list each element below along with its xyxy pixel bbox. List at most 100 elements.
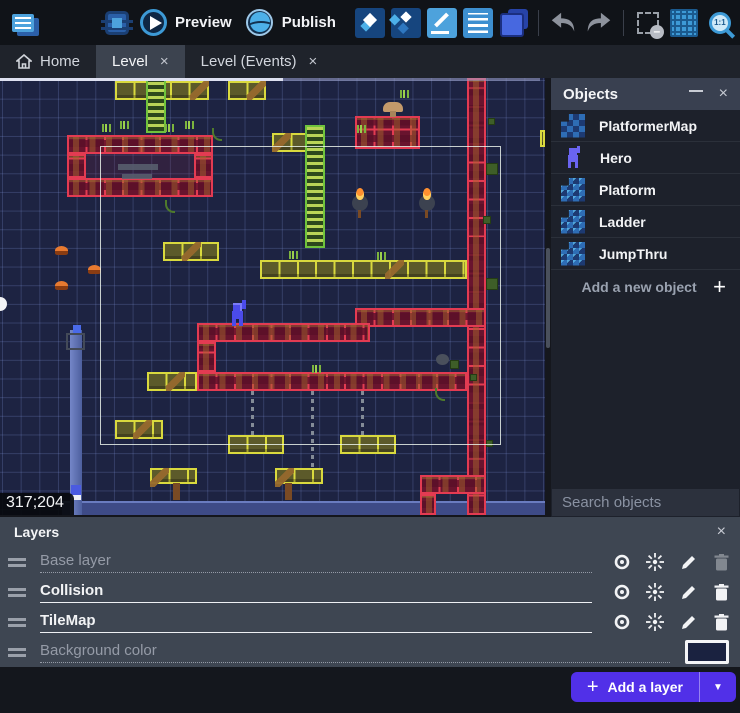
- edit-pencil-icon[interactable]: [677, 582, 699, 602]
- gdevelop-editor: Preview Publish 1:1 Home Level: [0, 0, 740, 713]
- debugger-icon: [108, 14, 126, 32]
- layer-name-field[interactable]: Base layer: [40, 552, 592, 573]
- delete-trash-icon[interactable]: [710, 582, 732, 602]
- object-groups-button[interactable]: [388, 5, 424, 41]
- effects-icon[interactable]: [644, 612, 666, 632]
- layer-row-base: Base layer: [0, 547, 740, 577]
- brick-tiles[interactable]: [420, 475, 486, 494]
- edit-scene-button[interactable]: [424, 5, 460, 41]
- preview-button[interactable]: [135, 5, 171, 41]
- grass-tuft: [183, 121, 195, 129]
- main-area: 317;204 Objects × PlatformerMap Hero Pla…: [0, 78, 740, 517]
- grass-tuft: [100, 124, 112, 132]
- platform-stripe-tile[interactable]: [150, 468, 169, 487]
- stem-decoration: [173, 483, 180, 500]
- object-item-jumpthru[interactable]: JumpThru: [551, 238, 740, 270]
- close-tab-icon[interactable]: ×: [160, 53, 169, 70]
- drag-handle-icon[interactable]: [8, 647, 28, 657]
- objects-panel-title: Objects: [563, 86, 689, 103]
- enemy-critter[interactable]: [55, 281, 68, 290]
- object-label: PlatformerMap: [599, 118, 697, 134]
- undo-button[interactable]: [545, 5, 581, 41]
- tab-home[interactable]: Home: [0, 45, 96, 78]
- plus-icon: +: [713, 274, 726, 300]
- add-layer-button[interactable]: + Add a layer: [571, 672, 699, 702]
- object-item-ladder[interactable]: Ladder: [551, 206, 740, 238]
- add-object-button[interactable]: [352, 5, 388, 41]
- object-item-platformermap[interactable]: PlatformerMap: [551, 110, 740, 142]
- tab-level[interactable]: Level ×: [96, 45, 185, 78]
- zoom-original-button[interactable]: 1:1: [702, 5, 738, 41]
- search-objects-box[interactable]: [552, 489, 739, 516]
- close-panel-icon[interactable]: ×: [717, 524, 726, 540]
- layer-row-collision: Collision: [0, 577, 740, 607]
- debugger-button[interactable]: [99, 5, 135, 41]
- platform-stripe-tile[interactable]: [190, 81, 209, 100]
- globe-icon: [246, 9, 273, 36]
- close-tab-icon[interactable]: ×: [309, 53, 318, 70]
- home-icon: [16, 54, 32, 69]
- layer-name-field[interactable]: Collision: [40, 582, 592, 603]
- publish-button[interactable]: [242, 5, 278, 41]
- add-object-label: Add a new object: [565, 279, 713, 295]
- water-entry-marker[interactable]: [73, 325, 81, 333]
- project-manager-button[interactable]: [5, 5, 41, 41]
- tab-level-label: Level: [112, 53, 148, 70]
- objects-panel: Objects × PlatformerMap Hero Platform La…: [551, 78, 740, 517]
- project-manager-icon: [12, 14, 34, 32]
- platform-stripe-tile[interactable]: [247, 81, 266, 100]
- visibility-eye-icon[interactable]: [611, 612, 633, 632]
- stem-decoration: [285, 483, 292, 500]
- layer-row-tilemap: TileMap: [0, 607, 740, 637]
- drag-handle-icon[interactable]: [8, 557, 28, 567]
- tilemap-icon: [561, 178, 585, 202]
- visibility-eye-icon[interactable]: [611, 582, 633, 602]
- visibility-eye-icon[interactable]: [611, 552, 633, 572]
- add-layer-dropdown-button[interactable]: ▼: [700, 672, 736, 702]
- brick-tiles[interactable]: [420, 494, 436, 515]
- object-group-icon: [391, 8, 421, 38]
- edit-pencil-icon[interactable]: [677, 612, 699, 632]
- drag-handle-icon[interactable]: [8, 587, 28, 597]
- edit-pencil-icon[interactable]: [677, 552, 699, 572]
- brick-tiles[interactable]: [67, 154, 86, 178]
- scrollbar-thumb[interactable]: [546, 248, 550, 348]
- horizontal-scrollbar-thumb[interactable]: [0, 78, 283, 81]
- toggle-grid-button[interactable]: [666, 5, 702, 41]
- layers-panel-header: Layers ×: [0, 517, 740, 547]
- delete-trash-icon[interactable]: [710, 612, 732, 632]
- layers-button[interactable]: [496, 5, 532, 41]
- events-sheet-button[interactable]: [460, 5, 496, 41]
- layers-panel: Layers × Base layer Collision: [0, 517, 740, 713]
- effects-icon[interactable]: [644, 582, 666, 602]
- water-entry-box[interactable]: [66, 333, 85, 350]
- filter-icon[interactable]: [689, 89, 703, 99]
- grid-icon: [670, 9, 698, 37]
- main-toolbar: Preview Publish 1:1: [0, 0, 740, 45]
- preview-label[interactable]: Preview: [175, 14, 232, 31]
- canvas-vertical-scrollbar[interactable]: [545, 78, 551, 517]
- publish-label[interactable]: Publish: [282, 14, 336, 31]
- objects-panel-empty-area: [551, 304, 740, 489]
- background-color-swatch[interactable]: [685, 640, 729, 664]
- left-scroll-handle[interactable]: [0, 297, 7, 311]
- object-item-platform[interactable]: Platform: [551, 174, 740, 206]
- layer-name-field[interactable]: TileMap: [40, 612, 592, 633]
- deselect-icon: [637, 12, 659, 34]
- effects-icon[interactable]: [644, 552, 666, 572]
- toolbar-divider: [538, 10, 539, 36]
- grass-tuft: [398, 90, 410, 98]
- hero-sprite[interactable]: [229, 303, 246, 326]
- object-item-hero[interactable]: Hero: [551, 142, 740, 174]
- tab-level-events[interactable]: Level (Events) ×: [185, 45, 334, 78]
- grass-tuft: [118, 121, 130, 129]
- close-panel-icon[interactable]: ×: [719, 86, 728, 102]
- scene-canvas[interactable]: 317;204: [0, 78, 545, 515]
- add-new-object-button[interactable]: Add a new object +: [551, 270, 740, 304]
- redo-button[interactable]: [581, 5, 617, 41]
- deselect-all-button[interactable]: [630, 5, 666, 41]
- search-objects-input[interactable]: [562, 494, 740, 511]
- drag-handle-icon[interactable]: [8, 617, 28, 627]
- enemy-critter[interactable]: [55, 246, 68, 255]
- tilemap-icon: [561, 242, 585, 266]
